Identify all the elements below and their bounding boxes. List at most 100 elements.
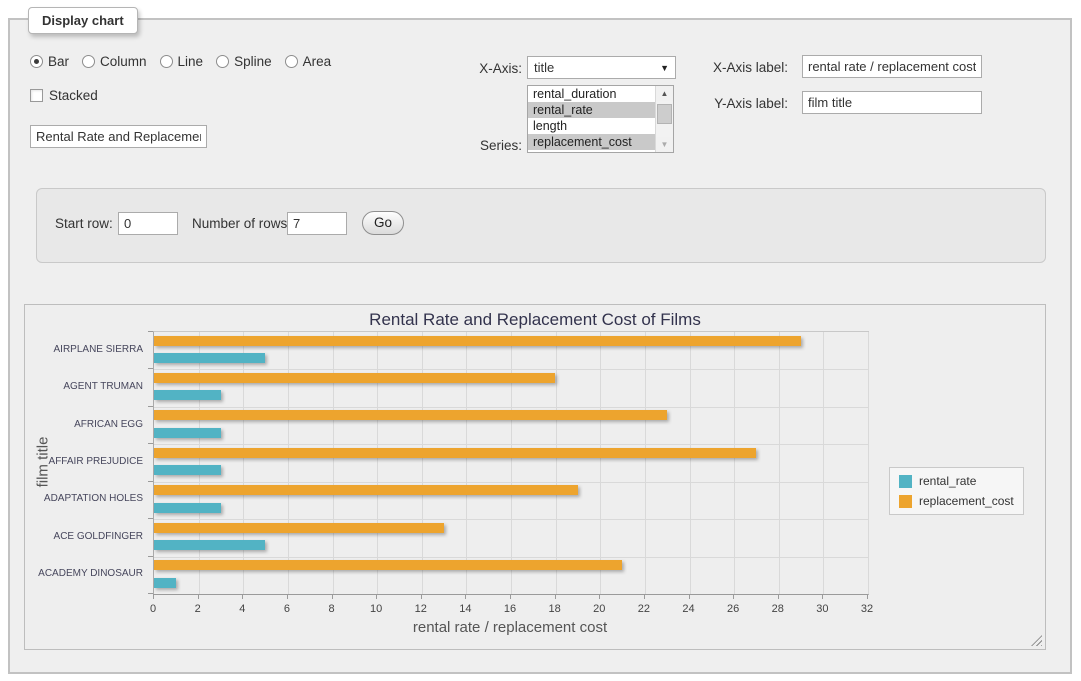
go-button[interactable]: Go [362, 211, 404, 235]
x-tick-mark [287, 594, 288, 599]
radio-icon-bar [30, 55, 43, 68]
horizontal-gridline [154, 557, 868, 558]
series-multiselect[interactable]: rental_durationrental_ratelengthreplacem… [527, 85, 674, 153]
plot-area [153, 331, 869, 595]
x-tick-mark [555, 594, 556, 599]
x-tick-label: 16 [490, 603, 530, 615]
vertical-gridline [377, 332, 378, 594]
radio-label: Area [303, 54, 332, 69]
vertical-gridline [690, 332, 691, 594]
x-tick-label: 0 [133, 603, 173, 615]
radio-label: Line [178, 54, 204, 69]
x-tick-mark [332, 594, 333, 599]
y-tick-mark [148, 481, 153, 482]
x-tick-label: 32 [847, 603, 887, 615]
horizontal-gridline [154, 482, 868, 483]
horizontal-gridline [154, 519, 868, 520]
replacement-cost-swatch-icon [899, 495, 912, 508]
scrollbar-up-icon[interactable]: ▲ [656, 86, 673, 101]
series-option-rental-rate[interactable]: rental_rate [528, 102, 656, 118]
start-row-input[interactable] [118, 212, 178, 235]
row-controls-panel [36, 188, 1046, 263]
scrollbar[interactable]: ▲ ▼ [655, 86, 673, 152]
legend-item-rental-rate[interactable]: rental_rate [899, 474, 1014, 488]
bar-rental-rate-african-egg[interactable] [154, 428, 221, 438]
x-tick-mark [599, 594, 600, 599]
category-label-academy-dinosaur: ACADEMY DINOSAUR [25, 568, 143, 579]
bar-replacement-cost-agent-truman[interactable] [154, 373, 555, 383]
x-tick-label: 20 [579, 603, 619, 615]
bar-replacement-cost-airplane-sierra[interactable] [154, 336, 801, 346]
chart-type-radio-column[interactable]: Column [82, 54, 147, 69]
x-tick-mark [421, 594, 422, 599]
bar-replacement-cost-ace-goldfinger[interactable] [154, 523, 444, 533]
bar-rental-rate-airplane-sierra[interactable] [154, 353, 265, 363]
radio-icon-spline [216, 55, 229, 68]
bar-rental-rate-agent-truman[interactable] [154, 390, 221, 400]
chart-type-radio-spline[interactable]: Spline [216, 54, 272, 69]
series-option-length[interactable]: length [528, 118, 656, 134]
bar-rental-rate-adaptation-holes[interactable] [154, 503, 221, 513]
legend-item-replacement-cost[interactable]: replacement_cost [899, 494, 1014, 508]
scrollbar-down-icon[interactable]: ▼ [656, 137, 673, 152]
x-axis-label-field-label: X-Axis label: [690, 60, 788, 75]
chart-legend: rental_rate replacement_cost [889, 467, 1024, 515]
stacked-label: Stacked [49, 88, 98, 103]
vertical-gridline [556, 332, 557, 594]
category-label-adaptation-holes: ADAPTATION HOLES [25, 493, 143, 504]
chart-type-radio-line[interactable]: Line [160, 54, 204, 69]
x-tick-mark [822, 594, 823, 599]
start-row-label: Start row: [55, 216, 113, 231]
dropdown-arrow-icon: ▼ [660, 63, 669, 73]
chart-type-radio-area[interactable]: Area [285, 54, 332, 69]
number-of-rows-input[interactable] [287, 212, 347, 235]
number-of-rows-label: Number of rows: [192, 216, 291, 231]
bar-replacement-cost-african-egg[interactable] [154, 410, 667, 420]
y-tick-mark [148, 368, 153, 369]
vertical-gridline [288, 332, 289, 594]
x-tick-label: 2 [178, 603, 218, 615]
bar-rental-rate-academy-dinosaur[interactable] [154, 578, 176, 588]
y-tick-mark [148, 331, 153, 332]
horizontal-gridline [154, 444, 868, 445]
x-tick-label: 26 [713, 603, 753, 615]
chart-title-input[interactable] [30, 125, 207, 148]
x-tick-mark [867, 594, 868, 599]
horizontal-gridline [154, 407, 868, 408]
radio-label: Column [100, 54, 147, 69]
series-option-rental-duration[interactable]: rental_duration [528, 86, 656, 102]
stacked-checkbox-icon[interactable] [30, 89, 43, 102]
x-axis-select[interactable]: title ▼ [527, 56, 676, 79]
bar-replacement-cost-academy-dinosaur[interactable] [154, 560, 622, 570]
vertical-gridline [199, 332, 200, 594]
series-select-label: Series: [440, 138, 522, 153]
vertical-gridline [466, 332, 467, 594]
x-tick-label: 30 [802, 603, 842, 615]
x-axis-label-input[interactable] [802, 55, 982, 78]
x-tick-label: 14 [445, 603, 485, 615]
x-tick-mark [778, 594, 779, 599]
bar-replacement-cost-adaptation-holes[interactable] [154, 485, 578, 495]
chart-type-radio-group: Bar Column Line Spline Area [30, 54, 344, 69]
bar-rental-rate-ace-goldfinger[interactable] [154, 540, 265, 550]
vertical-gridline [600, 332, 601, 594]
series-option-replacement-cost[interactable]: replacement_cost [528, 134, 656, 150]
x-tick-label: 12 [401, 603, 441, 615]
y-tick-mark [148, 518, 153, 519]
resize-handle-icon[interactable] [1031, 635, 1042, 646]
scrollbar-thumb[interactable] [657, 104, 672, 124]
bar-replacement-cost-affair-prejudice[interactable] [154, 448, 756, 458]
chart-type-radio-bar[interactable]: Bar [30, 54, 69, 69]
y-tick-mark [148, 443, 153, 444]
stacked-checkbox-row[interactable]: Stacked [30, 88, 98, 103]
y-axis-label-input[interactable] [802, 91, 982, 114]
y-axis-label-field-label: Y-Axis label: [690, 96, 788, 111]
x-tick-label: 10 [356, 603, 396, 615]
vertical-gridline [779, 332, 780, 594]
vertical-gridline [823, 332, 824, 594]
x-tick-mark [198, 594, 199, 599]
y-tick-mark [148, 406, 153, 407]
vertical-gridline [243, 332, 244, 594]
x-tick-label: 24 [669, 603, 709, 615]
bar-rental-rate-affair-prejudice[interactable] [154, 465, 221, 475]
